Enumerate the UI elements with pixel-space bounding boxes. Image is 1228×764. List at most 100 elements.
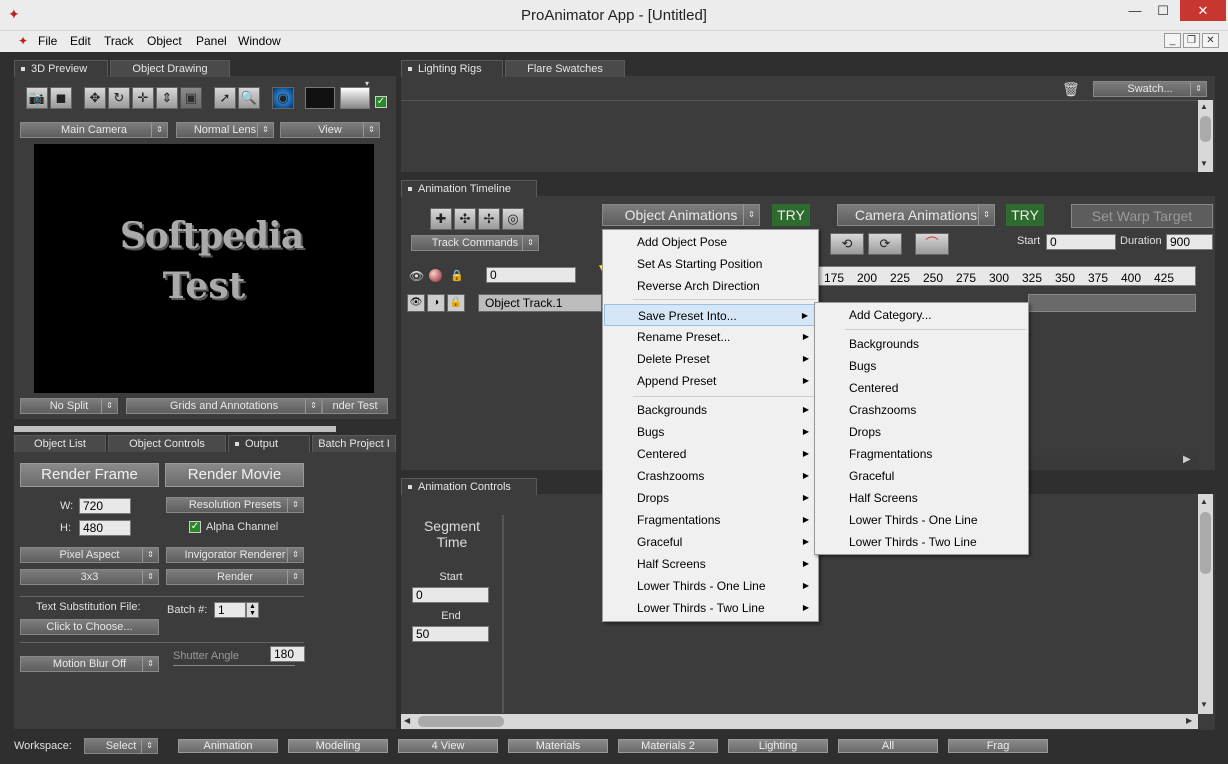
track-bar[interactable] [1028,294,1196,312]
menu-track[interactable]: Track [104,34,134,48]
menu-item-fragmentations[interactable]: Fragmentations ▶ [604,509,817,531]
render-select[interactable]: Render ⇕ [166,569,304,585]
alpha-channel-checkbox[interactable]: ✓ [189,521,201,533]
submenu-item-crashzooms[interactable]: Crashzooms [816,399,1027,421]
scroll-up-icon[interactable]: ▲ [1200,102,1208,111]
scroll-thumb[interactable] [418,716,504,727]
tab-flare-swatches[interactable]: Flare Swatches [505,60,625,77]
submenu-item-bugs[interactable]: Bugs [816,355,1027,377]
antialias-select[interactable]: 3x3 ⇕ [20,569,159,585]
submenu-item-lower-thirds-one[interactable]: Lower Thirds - One Line [816,509,1027,531]
menu-item-drops[interactable]: Drops ▶ [604,487,817,509]
menu-item-crashzooms[interactable]: Crashzooms ▶ [604,465,817,487]
shutter-angle-field[interactable]: 180 [270,646,305,662]
start-field[interactable]: 0 [1046,234,1116,250]
grids-select[interactable]: Grids and Annotations ⇕ [126,398,322,414]
track-solo-icon[interactable]: ◑ [427,294,445,312]
menu-item-save-preset[interactable]: Save Preset Into... ▶ [604,304,817,326]
camera-select[interactable]: Main Camera ⇕ [20,122,168,138]
batch-field[interactable]: 1 [214,602,246,618]
scroll-thumb[interactable] [1200,512,1211,574]
render-frame-button[interactable]: Render Frame [20,463,159,487]
eye-icon[interactable]: 👁 [409,269,424,283]
background-color-swatch[interactable] [305,87,335,109]
globe-icon[interactable]: ◉ [272,87,294,109]
workspace-modeling-button[interactable]: Modeling [288,739,388,753]
workspace-frag-button[interactable]: Frag [948,739,1048,753]
submenu-item-half-screens[interactable]: Half Screens [816,487,1027,509]
camera-icon[interactable]: 📷 [26,87,48,109]
resolution-presets-select[interactable]: Resolution Presets ⇕ [166,497,304,513]
pixel-aspect-select[interactable]: Pixel Aspect ⇕ [20,547,159,563]
submenu-item-add-category[interactable]: Add Category... [816,304,1027,326]
controls-h-scrollbar[interactable] [401,714,1198,729]
pointer-icon[interactable]: ➚ [214,87,236,109]
tab-lighting-rigs[interactable]: Lighting Rigs [401,60,503,77]
tab-object-controls[interactable]: Object Controls [108,435,226,452]
tab-object-drawing[interactable]: Object Drawing [110,60,230,77]
renderer-select[interactable]: Invigorator Renderer ⇕ [166,547,304,563]
dolly-icon[interactable]: ⇕ [156,87,178,109]
menu-panel[interactable]: Panel [196,34,227,48]
render-movie-button[interactable]: Render Movie [165,463,304,487]
menu-object[interactable]: Object [147,34,182,48]
segment-end-field[interactable]: 50 [412,626,489,642]
lock-icon[interactable]: 🔒 [450,269,464,282]
tab-output[interactable]: Output [228,435,310,452]
menu-item-add-object-pose[interactable]: Add Object Pose [604,231,817,253]
environment-swatch[interactable] [340,87,370,109]
menu-edit[interactable]: Edit [70,34,91,48]
track-commands-select[interactable]: Track Commands ⇕ [411,235,539,251]
menu-item-backgrounds[interactable]: Backgrounds ▶ [604,399,817,421]
submenu-item-fragmentations[interactable]: Fragmentations [816,443,1027,465]
panel-splitter[interactable] [14,426,336,432]
submenu-item-centered[interactable]: Centered [816,377,1027,399]
current-frame-field[interactable]: 0 [486,267,576,283]
submenu-item-lower-thirds-two[interactable]: Lower Thirds - Two Line [816,531,1027,553]
rotate-icon[interactable]: ↻ [108,87,130,109]
sphere-icon[interactable] [429,269,442,282]
view-select[interactable]: View ⇕ [280,122,380,138]
menu-item-delete-preset[interactable]: Delete Preset ▶ [604,348,817,370]
enable-checkbox[interactable]: ✓ [375,96,387,108]
move-icon[interactable]: ✥ [84,87,106,109]
loop-icon[interactable]: ⟲ [830,233,864,255]
try-object-button[interactable]: TRY [772,204,810,226]
lens-select[interactable]: Normal Lens ⇕ [176,122,274,138]
add-key-target-icon[interactable]: ◎ [502,208,524,230]
trash-icon[interactable]: 🗑 [1062,81,1080,98]
submenu-item-backgrounds[interactable]: Backgrounds [816,333,1027,355]
mdi-restore-button[interactable]: ❐ [1183,33,1200,48]
workspace-all-button[interactable]: All [838,739,938,753]
motion-blur-select[interactable]: Motion Blur Off ⇕ [20,656,159,672]
track-visibility-icon[interactable]: 👁 [407,294,425,312]
workspace-lighting-button[interactable]: Lighting [728,739,828,753]
workspace-materials2-button[interactable]: Materials 2 [618,739,718,753]
cube-icon[interactable]: ◼ [50,87,72,109]
tab-animation-timeline[interactable]: Animation Timeline [401,180,537,197]
menu-file[interactable]: File [38,34,57,48]
batch-stepper[interactable]: ▲ ▼ [246,602,259,618]
scroll-down-icon[interactable]: ▼ [1200,159,1208,168]
close-button[interactable]: ✕ [1180,0,1226,21]
minimize-button[interactable]: — [1122,0,1148,22]
menu-item-bugs[interactable]: Bugs ▶ [604,421,817,443]
menu-item-reverse-arch[interactable]: Reverse Arch Direction [604,275,817,297]
submenu-item-drops[interactable]: Drops [816,421,1027,443]
menu-item-rename-preset[interactable]: Rename Preset... ▶ [604,326,817,348]
add-key-icon[interactable]: ✚ [430,208,452,230]
pan-icon[interactable]: ✛ [132,87,154,109]
menu-item-graceful[interactable]: Graceful ▶ [604,531,817,553]
choose-file-button[interactable]: Click to Choose... [20,619,159,635]
frame-icon[interactable]: ▣ [180,87,202,109]
menu-item-lower-thirds-one[interactable]: Lower Thirds - One Line ▶ [604,575,817,597]
workspace-materials-button[interactable]: Materials [508,739,608,753]
bounce-icon[interactable]: ⟳ [868,233,902,255]
submenu-item-graceful[interactable]: Graceful [816,465,1027,487]
tab-animation-controls[interactable]: Animation Controls [401,478,537,495]
curve-icon[interactable]: ⌒ [915,233,949,255]
try-camera-button[interactable]: TRY [1006,204,1044,226]
workspace-4view-button[interactable]: 4 View [398,739,498,753]
scroll-up-icon[interactable]: ▲ [1200,497,1208,506]
workspace-animation-button[interactable]: Animation [178,739,278,753]
